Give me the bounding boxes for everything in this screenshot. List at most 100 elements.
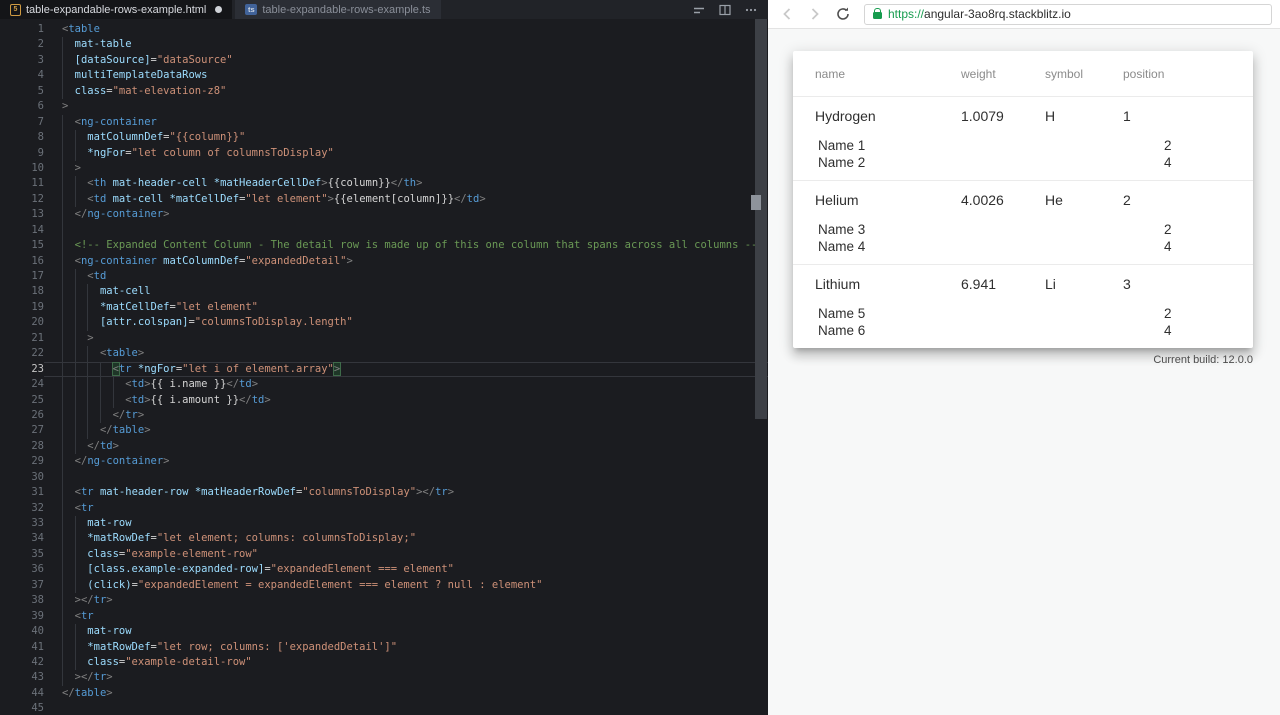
code-line[interactable]: 36 [class.example-expanded-row]="expande… <box>0 562 768 578</box>
indent-guide <box>87 377 89 393</box>
code-line[interactable]: 45 <box>0 701 768 715</box>
line-content: mat-row <box>44 516 768 532</box>
element-row[interactable]: Lithium 6.941 Li 3 <box>793 265 1253 303</box>
indent-guide <box>62 500 63 516</box>
code-line[interactable]: 41 *matRowDef="let row; columns: ['expan… <box>0 639 768 655</box>
code-line[interactable]: 37 (click)="expandedElement = expandedEl… <box>0 577 768 594</box>
editor-scrollbar[interactable] <box>754 19 768 715</box>
scrollbar-thumb[interactable] <box>755 19 767 419</box>
code-line[interactable]: 11 <th mat-header-cell *matHeaderCellDef… <box>0 176 768 192</box>
tab-label: table-expandable-rows-example.html <box>26 3 207 16</box>
code-line[interactable]: 19 *matCellDef="let element" <box>0 299 768 316</box>
code-line[interactable]: 22 <table> <box>0 346 768 362</box>
code-token: th <box>93 177 107 190</box>
back-icon[interactable] <box>774 2 800 26</box>
code-line[interactable]: 35 class="example-element-row" <box>0 546 768 563</box>
code-line[interactable]: 5 class="mat-elevation-z8" <box>0 83 768 100</box>
line-content: [class.example-expanded-row]="expandedEl… <box>44 562 768 578</box>
code-line[interactable]: 13 </ng-container> <box>0 207 768 223</box>
code-line[interactable]: 38 ></tr> <box>0 593 768 609</box>
code-token: > <box>112 439 119 452</box>
code-line[interactable]: 42 class="example-detail-row" <box>0 654 768 671</box>
open-changes-icon[interactable] <box>687 1 710 18</box>
code-token: </ <box>87 439 100 452</box>
tab-label: table-expandable-rows-example.ts <box>262 3 431 16</box>
code-token: "expandedElement === element" <box>270 563 454 576</box>
code-line[interactable]: 43 ></tr> <box>0 670 768 686</box>
code-line[interactable]: 40 mat-row <box>0 624 768 640</box>
code-line[interactable]: 26 </tr> <box>0 407 768 424</box>
editor-tab[interactable]: 5 table-expandable-rows-example.html <box>0 0 233 19</box>
code-line[interactable]: 29 </ng-container> <box>0 454 768 470</box>
code-token: tr <box>80 501 94 514</box>
code-token: > <box>479 192 486 205</box>
code-line[interactable]: 32 <tr <box>0 500 768 516</box>
forward-icon[interactable] <box>802 2 828 26</box>
code-line[interactable]: 21 > <box>0 330 768 347</box>
code-line[interactable]: 8 matColumnDef="{{column}}" <box>0 130 768 146</box>
code-token: > <box>106 594 113 607</box>
detail-amount: 4 <box>1164 239 1172 254</box>
code-line[interactable]: 15 <!-- Expanded Content Column - The de… <box>0 238 768 254</box>
indent-guide <box>87 284 89 300</box>
code-line[interactable]: 28 </td> <box>0 438 768 455</box>
indent-guide <box>62 207 63 223</box>
refresh-icon[interactable] <box>830 2 856 26</box>
code-line[interactable]: 20 [attr.colspan]="columnsToDisplay.leng… <box>0 315 768 331</box>
editor-actions <box>687 0 768 19</box>
table-row-group: Lithium 6.941 Li 3 Name 5 2 Name 6 4 <box>793 265 1253 348</box>
code-line[interactable]: 44 </table> <box>0 686 768 701</box>
code-token: {{ i.name }} <box>150 378 227 391</box>
code-line[interactable]: 14 <box>0 222 768 239</box>
code-line[interactable]: 34 *matRowDef="let element; columns: col… <box>0 531 768 547</box>
indent-guide <box>62 531 63 547</box>
code-line[interactable]: 16 <ng-container matColumnDef="expandedD… <box>0 253 768 269</box>
code-line[interactable]: 2 mat-table <box>0 37 768 53</box>
indent-guide <box>62 485 63 501</box>
indent-guide <box>74 377 76 393</box>
code-line[interactable]: 24 <td>{{ i.name }}</td> <box>0 377 768 393</box>
line-content: </ng-container> <box>44 207 768 223</box>
code-token: class <box>87 655 119 668</box>
code-line[interactable]: 23 <tr *ngFor="let i of element.array"> <box>0 361 768 378</box>
code-line[interactable]: 4 multiTemplateDataRows <box>0 68 768 84</box>
code-token: > <box>137 408 145 421</box>
indent-guide <box>99 392 101 408</box>
code-line[interactable]: 6 > <box>0 99 768 114</box>
url-bar[interactable]: https://angular-3ao8rq.stackblitz.io <box>864 3 1272 25</box>
editor-tab[interactable]: ts table-expandable-rows-example.ts <box>235 0 441 19</box>
code-line[interactable]: 10 > <box>0 160 768 177</box>
more-actions-icon[interactable] <box>739 1 762 18</box>
code-editor[interactable]: 1 <table 2 mat-table 3 [dataSource]="dataSo… <box>0 19 768 715</box>
code-line[interactable]: 39 <tr <box>0 608 768 625</box>
code-line[interactable]: 25 <td>{{ i.amount }}</td> <box>0 392 768 408</box>
code-line[interactable]: 33 mat-row <box>0 516 768 532</box>
preview-content: name weight symbol position Hydrogen 1.0079 H… <box>768 29 1280 715</box>
line-number: 2 <box>37 38 44 51</box>
code-line[interactable]: 9 *ngFor="let column of columnsToDisplay… <box>0 145 768 161</box>
cell-weight: 1.0079 <box>961 108 1004 124</box>
indent-guide <box>62 176 63 192</box>
code-token: "let element; columns: columnsToDisplay;… <box>156 532 417 545</box>
line-content: <tr <box>44 608 768 625</box>
code-line[interactable]: 12 <td mat-cell *matCellDef="let element… <box>0 191 768 208</box>
indent-guide <box>62 130 63 146</box>
code-line[interactable]: 30 <box>0 469 768 486</box>
element-row[interactable]: Helium 4.0026 He 2 <box>793 181 1253 219</box>
line-content: mat-row <box>44 624 768 640</box>
code-line[interactable]: 7 <ng-container <box>0 114 768 131</box>
element-row[interactable]: Hydrogen 1.0079 H 1 <box>793 97 1253 135</box>
code-line[interactable]: 18 mat-cell <box>0 284 768 300</box>
code-token: </ <box>422 486 436 499</box>
split-editor-icon[interactable] <box>713 1 736 18</box>
url-text: https://angular-3ao8rq.stackblitz.io <box>888 7 1071 21</box>
line-content: <table <box>44 22 768 37</box>
code-line[interactable]: 1 <table <box>0 22 768 37</box>
code-line[interactable]: 3 [dataSource]="dataSource" <box>0 52 768 69</box>
code-line[interactable]: 27 </table> <box>0 423 768 439</box>
code-line[interactable]: 31 <tr mat-header-row *matHeaderRowDef="… <box>0 485 768 501</box>
code-line[interactable]: 17 <td <box>0 269 768 285</box>
